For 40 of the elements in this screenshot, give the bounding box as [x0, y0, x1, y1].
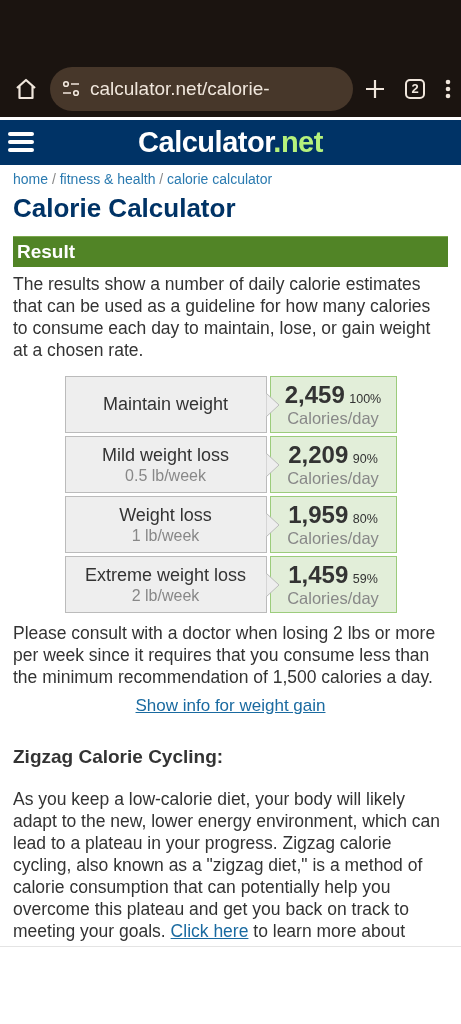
click-here-link[interactable]: Click here [170, 921, 249, 941]
page-title: Calorie Calculator [13, 193, 237, 224]
goal-label: Weight loss [118, 504, 213, 526]
calorie-unit: Calories/day [286, 469, 380, 488]
plus-icon[interactable] [365, 78, 385, 99]
result-intro: The results show a number of daily calorie estimates that can be used as a guideline for how many calories to consume each day to maintain, lose, or gain weight at a chosen rate. [13, 273, 432, 361]
calorie-unit: Calories/day [286, 589, 380, 608]
tab-count-button[interactable]: 2 [405, 78, 425, 99]
goal-rate: 1 lb/week [130, 526, 201, 545]
goal-label: Mild weight loss [100, 444, 230, 466]
calorie-value: 1,459 [288, 561, 349, 588]
calorie-value: 2,209 [288, 441, 349, 468]
weight-gain-link[interactable]: Show info for weight gain [13, 696, 448, 716]
breadcrumb-link[interactable]: fitness & health [59, 171, 156, 187]
zigzag-paragraph: As you keep a low-calorie diet, your body will likely adapt to the new, lower energy environment, which can lead to a plateau in your progress. Zigzag calorie cycling, also known as a "zigzag diet," is a method of calorie consumption that can potentially help you overcome this plateau and get you back on track to meeting your goals. Click here to learn more about [13, 788, 442, 942]
section-heading: Zigzag Calorie Cycling: [13, 746, 225, 768]
more-icon[interactable] [445, 78, 451, 99]
address-bar[interactable]: calculator.net/calorie- [50, 66, 353, 111]
breadcrumb-separator: / [51, 171, 56, 187]
menu-icon[interactable] [8, 131, 34, 153]
breadcrumb-link[interactable]: calorie calculator [167, 171, 273, 187]
tune-icon[interactable] [62, 79, 80, 98]
calorie-value: 1,959 [288, 501, 349, 528]
doctor-note: Please consult with a doctor when losing 2 lbs or more per week since it requires that you consume less than the minimum recommendation of 1,500 calories a day. [13, 622, 437, 688]
breadcrumb-separator: / [159, 171, 164, 187]
calorie-unit: Calories/day [286, 409, 380, 428]
breadcrumb-link[interactable]: home [13, 171, 49, 187]
site-logo[interactable]: Calculator.net [138, 126, 323, 159]
calorie-percent: 59% [352, 572, 378, 586]
home-icon[interactable] [14, 76, 38, 101]
goal-label: Maintain weight [101, 394, 230, 415]
goal-rate: 2 lb/week [130, 586, 201, 605]
goal-label: Extreme weight loss [83, 564, 248, 586]
calorie-unit: Calories/day [286, 529, 380, 548]
goal-rate: 0.5 lb/week [124, 466, 207, 485]
calorie-percent: 90% [352, 452, 378, 466]
result-heading: Result [13, 236, 448, 267]
calorie-value: 2,459 [284, 381, 345, 408]
calorie-percent: 100% [349, 392, 382, 406]
calorie-percent: 80% [352, 512, 378, 526]
